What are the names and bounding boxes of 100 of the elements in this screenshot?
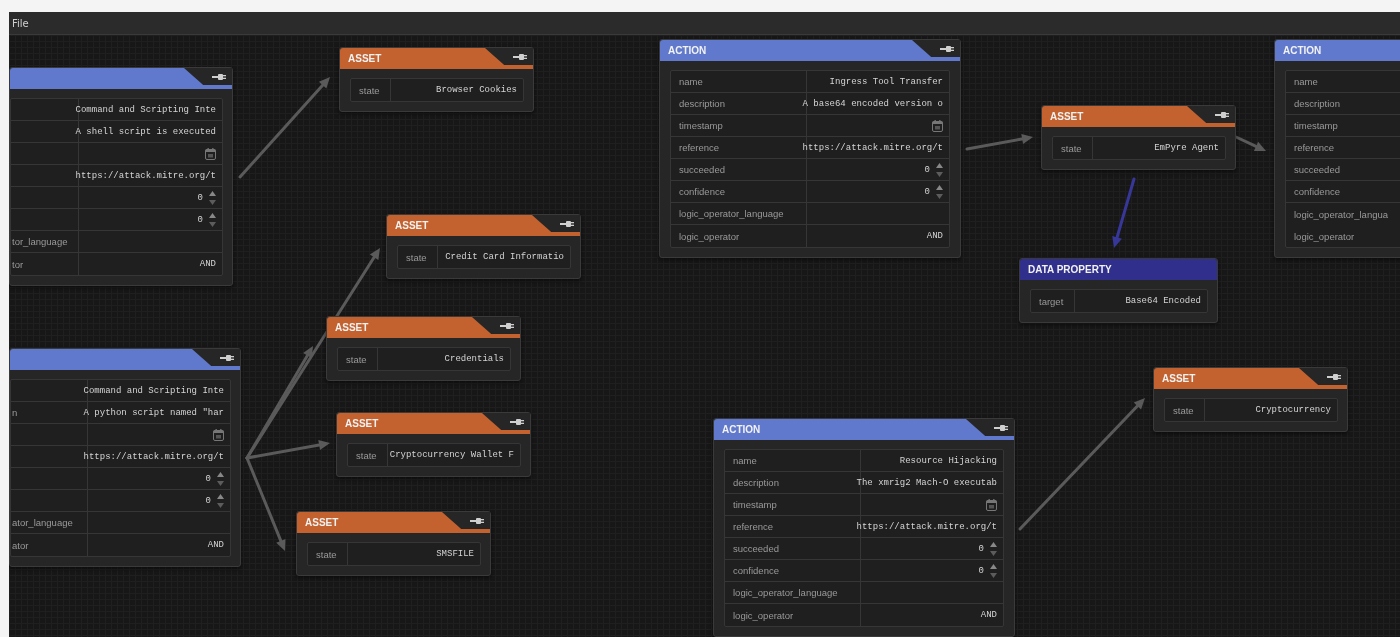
property-value-field[interactable]: 0: [79, 209, 222, 231]
property-value-field[interactable]: AND: [861, 604, 1003, 626]
menu-item[interactable]: File: [12, 17, 29, 29]
number-value: 0: [205, 495, 211, 506]
number-value: 0: [978, 543, 984, 554]
plug-icon[interactable]: [212, 72, 226, 81]
node-title: ASSET: [1050, 111, 1084, 122]
stepper-icon[interactable]: [990, 563, 997, 578]
property-label: tor_language: [11, 231, 79, 253]
stepper-icon[interactable]: [217, 493, 224, 508]
property-value-field[interactable]: Credit Card Informatio: [438, 246, 570, 268]
property-value-field[interactable]: 0: [88, 490, 230, 512]
data-property-node[interactable]: DATA PROPERTY target Base64 Encoded: [1019, 258, 1218, 323]
property-label: state: [398, 246, 438, 268]
property-value-field[interactable]: 0: [861, 538, 1003, 560]
property-value-field[interactable]: 0: [807, 159, 949, 181]
field-value: Base64 Encoded: [1125, 296, 1201, 306]
property-label: state: [1165, 399, 1205, 421]
asset-node[interactable]: ASSET state Credentials: [326, 316, 521, 381]
property-value-field[interactable]: Resource Hijacking: [861, 450, 1003, 472]
property-label: confidence: [1286, 181, 1400, 203]
property-value-field[interactable]: AND: [807, 225, 949, 247]
property-label: name: [1286, 71, 1400, 93]
node-title: ACTION: [668, 45, 707, 56]
property-value-field[interactable]: Base64 Encoded: [1075, 290, 1207, 312]
number-value: 0: [924, 186, 930, 197]
field-value: Ingress Tool Transfer: [829, 76, 943, 87]
action-node[interactable]: Command and Scripting Inte A shell script is executed https://attack.mitre.org/t 0 0 tor_language tor AND: [9, 67, 233, 286]
property-label: confidence: [671, 181, 807, 203]
property-label: succeeded: [1286, 159, 1400, 181]
property-label: reference: [1286, 137, 1400, 159]
property-value-field[interactable]: AND: [79, 253, 222, 275]
property-label: name: [671, 71, 807, 93]
field-value: AND: [199, 259, 216, 269]
property-value-field[interactable]: AND: [88, 534, 230, 556]
property-value-field[interactable]: 0: [807, 181, 949, 203]
property-value-field[interactable]: SMSFILE: [348, 543, 480, 565]
number-value: 0: [924, 164, 930, 175]
node-title: ASSET: [345, 418, 379, 429]
property-label: tor: [11, 253, 79, 275]
field-value: AND: [207, 540, 224, 550]
field-value: Cryptocurrency Wallet F: [389, 450, 514, 460]
property-value-field[interactable]: 0: [79, 187, 222, 209]
number-value: 0: [978, 565, 984, 576]
stepper-icon[interactable]: [209, 212, 216, 227]
property-label: [11, 121, 79, 143]
node-title: ASSET: [348, 53, 382, 64]
property-value-field[interactable]: Cryptocurrency Wallet F: [388, 444, 520, 466]
property-value-field[interactable]: 0: [88, 468, 230, 490]
property-label: [11, 143, 79, 165]
stepper-icon[interactable]: [936, 162, 943, 177]
asset-node[interactable]: ASSET state Cryptocurrency: [1153, 367, 1348, 432]
property-label: logic_operator: [671, 225, 807, 247]
field-value: Credentials: [444, 354, 504, 364]
plug-icon[interactable]: [470, 516, 484, 525]
property-value-field[interactable]: Ingress Tool Transfer: [807, 71, 949, 93]
field-value: A python script named "har: [83, 407, 224, 418]
field-value: Resource Hijacking: [899, 455, 997, 466]
property-value-field[interactable]: Browser Cookies: [391, 79, 523, 101]
stepper-icon[interactable]: [209, 190, 216, 205]
property-value-field[interactable]: 0: [861, 560, 1003, 582]
plug-icon[interactable]: [1327, 372, 1341, 381]
property-value-field[interactable]: Credentials: [378, 348, 510, 370]
plug-icon[interactable]: [940, 44, 954, 53]
node-title: ASSET: [395, 220, 429, 231]
calendar-icon[interactable]: [986, 498, 997, 511]
plug-icon[interactable]: [994, 423, 1008, 432]
field-value: AND: [926, 231, 943, 241]
number-value: 0: [197, 192, 203, 203]
asset-node[interactable]: ASSET state Browser Cookies: [339, 47, 534, 112]
action-node[interactable]: ACTION name description timestamp reference succeeded confidence logic_operator_langua logic_operator: [1274, 39, 1400, 258]
plug-icon[interactable]: [500, 321, 514, 330]
property-label: succeeded: [725, 538, 861, 560]
action-node[interactable]: Command and Scripting Inte n A python script named "har https://attack.mitre.org/t 0 0 ator_language ator AND: [9, 348, 241, 567]
connector-arrow: [965, 134, 1033, 151]
property-value-field[interactable]: EmPyre Agent: [1093, 137, 1225, 159]
asset-node[interactable]: ASSET state EmPyre Agent: [1041, 105, 1236, 170]
plug-icon[interactable]: [513, 52, 527, 61]
field-value: SMSFILE: [436, 549, 474, 559]
calendar-icon[interactable]: [213, 428, 224, 441]
property-label: confidence: [725, 560, 861, 582]
stepper-icon[interactable]: [217, 471, 224, 486]
asset-node[interactable]: ASSET state Cryptocurrency Wallet F: [336, 412, 531, 477]
plug-icon[interactable]: [510, 417, 524, 426]
property-value-field[interactable]: Cryptocurrency: [1205, 399, 1337, 421]
plug-icon[interactable]: [560, 219, 574, 228]
action-node[interactable]: ACTION name Resource Hijacking description The xmrig2 Mach-O executab timestamp reference https://attack.mitre.org/t succeeded 0 confidence 0 logic_operator_language logic_operator AND: [713, 418, 1015, 637]
calendar-icon[interactable]: [932, 119, 943, 132]
field-value: Credit Card Informatio: [445, 252, 564, 262]
plug-icon[interactable]: [1215, 110, 1229, 119]
stepper-icon[interactable]: [990, 541, 997, 556]
plug-icon[interactable]: [220, 353, 234, 362]
asset-node[interactable]: ASSET state SMSFILE: [296, 511, 491, 576]
action-node[interactable]: ACTION name Ingress Tool Transfer description A base64 encoded version o timestamp reference https://attack.mitre.org/t succeeded 0 confidence 0 logic_operator_language logic_operator AND: [659, 39, 961, 258]
asset-node[interactable]: ASSET state Credit Card Informatio: [386, 214, 581, 279]
calendar-icon[interactable]: [205, 147, 216, 160]
property-label: timestamp: [1286, 115, 1400, 137]
property-label: ator_language: [11, 512, 88, 534]
stepper-icon[interactable]: [936, 184, 943, 199]
node-title: ACTION: [1283, 45, 1322, 56]
